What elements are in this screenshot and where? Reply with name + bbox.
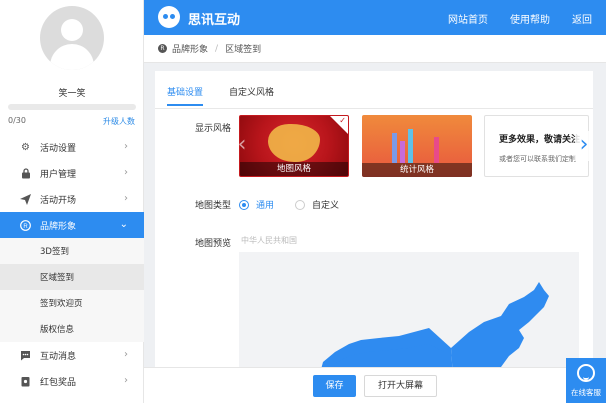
sidebar-item-user-management[interactable]: 用户管理 › bbox=[0, 160, 144, 186]
map-type-custom-radio[interactable]: 自定义 bbox=[295, 198, 339, 211]
map-caption: 中华人民共和国 bbox=[241, 236, 297, 245]
top-nav: 网站首页 使用帮助 返回 bbox=[448, 11, 592, 26]
map-preview bbox=[239, 252, 579, 371]
brand-name: 思讯互动 bbox=[188, 13, 241, 28]
map-preview-label: 地图预览 bbox=[195, 239, 232, 249]
chevron-right-icon: › bbox=[124, 141, 128, 152]
promo-subtitle: 或者您可以联系我们定制 bbox=[499, 155, 576, 163]
breadcrumb: R 品牌形象 / 区域签到 bbox=[144, 35, 606, 63]
gift-icon bbox=[20, 376, 31, 387]
promo-title: 更多效果，敬请关注 bbox=[499, 135, 581, 145]
quota-progress-bar bbox=[8, 104, 136, 110]
support-label: 在线客服 bbox=[571, 388, 601, 397]
sidebar-item-interactive-messages[interactable]: 互动消息 › bbox=[0, 342, 144, 368]
save-button[interactable]: 保存 bbox=[313, 375, 356, 397]
tab-divider bbox=[155, 108, 593, 109]
map-type-general-radio[interactable]: 通用 bbox=[239, 198, 274, 211]
sidebar-menu: ⚙ 活动设置 › 用户管理 › 活动开场 › R 品牌形象 ⌄ 3D签到 区域签… bbox=[0, 134, 144, 394]
sidebar-item-label: 品牌形象 bbox=[40, 221, 77, 232]
nav-back-link[interactable]: 返回 bbox=[572, 11, 592, 26]
statistics-style-card[interactable]: 统计风格 bbox=[362, 115, 472, 177]
chevron-down-icon: ⌄ bbox=[119, 219, 128, 230]
nav-home-link[interactable]: 网站首页 bbox=[448, 11, 488, 26]
radio-label: 通用 bbox=[256, 201, 275, 211]
sidebar-item-activity-settings[interactable]: ⚙ 活动设置 › bbox=[0, 134, 144, 160]
sidebar-item-label: 红包奖品 bbox=[40, 377, 77, 388]
brand-icon: R bbox=[20, 219, 31, 231]
quota-text: 0/30 bbox=[8, 116, 26, 125]
tab-bar: 基础设置 自定义风格 bbox=[167, 85, 274, 106]
username: 笑一笑 bbox=[58, 89, 86, 99]
chart-bar-thumbnail bbox=[408, 129, 413, 163]
style-carousel: ✓ 地图风格 统计风格 更多效果，敬请关注 或者您可以联系我们定制 ‹ › bbox=[238, 113, 593, 181]
sidebar-item-label: 活动开场 bbox=[40, 195, 77, 206]
message-icon bbox=[20, 350, 31, 361]
open-big-screen-button[interactable]: 打开大屏幕 bbox=[364, 375, 437, 397]
china-map-thumbnail bbox=[268, 124, 320, 162]
radio-label: 自定义 bbox=[312, 201, 340, 211]
top-navigation-bar: 思讯互动 网站首页 使用帮助 返回 bbox=[144, 0, 606, 35]
brand-icon: R bbox=[158, 44, 167, 53]
map-style-label: 地图风格 bbox=[240, 162, 348, 176]
sidebar-item-label: 活动设置 bbox=[40, 143, 77, 154]
chart-bar-thumbnail bbox=[392, 133, 397, 163]
online-support-button[interactable]: 在线客服 bbox=[566, 358, 606, 403]
send-icon bbox=[20, 193, 31, 205]
settings-panel: 基础设置 自定义风格 显示风格 ✓ 地图风格 统计风格 更多效果，敬请关注 或者… bbox=[155, 71, 593, 371]
china-map-shape bbox=[320, 282, 549, 371]
chart-bar-thumbnail bbox=[434, 137, 439, 163]
sidebar-item-activity-opening[interactable]: 活动开场 › bbox=[0, 186, 144, 212]
breadcrumb-root[interactable]: 品牌形象 bbox=[172, 42, 208, 55]
sidebar-item-brand-image[interactable]: R 品牌形象 ⌄ bbox=[0, 212, 144, 238]
bottom-action-bar: 保存 打开大屏幕 bbox=[144, 367, 606, 403]
breadcrumb-current: 区域签到 bbox=[225, 45, 262, 55]
upgrade-link[interactable]: 升级人数 bbox=[103, 116, 135, 127]
chevron-right-icon: › bbox=[124, 349, 128, 360]
user-avatar-icon[interactable] bbox=[40, 6, 104, 70]
chart-bar-thumbnail bbox=[400, 141, 405, 163]
more-styles-card: 更多效果，敬请关注 或者您可以联系我们定制 bbox=[484, 115, 589, 177]
sidebar-subitem-copyright[interactable]: 版权信息 bbox=[0, 316, 144, 342]
svg-text:R: R bbox=[23, 224, 28, 230]
sidebar-item-red-packet-prizes[interactable]: 红包奖品 › bbox=[0, 368, 144, 394]
map-style-card[interactable]: ✓ 地图风格 bbox=[239, 115, 349, 177]
carousel-next-icon[interactable]: › bbox=[575, 131, 593, 161]
sidebar-subitem-3d-signin[interactable]: 3D签到 bbox=[0, 238, 144, 264]
lock-icon bbox=[20, 167, 31, 179]
chevron-right-icon: › bbox=[124, 193, 128, 204]
sidebar-item-label: 用户管理 bbox=[40, 169, 77, 180]
gear-icon: ⚙ bbox=[21, 141, 30, 153]
map-type-label: 地图类型 bbox=[195, 201, 232, 211]
sidebar-subitem-welcome-page[interactable]: 签到欢迎页 bbox=[0, 290, 144, 316]
style-label: 显示风格 bbox=[195, 124, 232, 134]
headset-icon bbox=[577, 364, 595, 382]
chevron-right-icon: › bbox=[124, 167, 128, 178]
carousel-prev-icon[interactable]: ‹ bbox=[233, 131, 251, 161]
chevron-right-icon: › bbox=[124, 375, 128, 386]
logo-icon[interactable] bbox=[158, 6, 180, 28]
breadcrumb-separator: / bbox=[215, 43, 219, 54]
tab-basic-settings[interactable]: 基础设置 bbox=[167, 85, 204, 106]
radio-checked-icon bbox=[239, 199, 249, 210]
check-icon: ✓ bbox=[339, 116, 346, 125]
tab-custom-style[interactable]: 自定义风格 bbox=[229, 85, 274, 106]
radio-unchecked-icon bbox=[295, 199, 305, 210]
statistics-style-label: 统计风格 bbox=[362, 163, 472, 177]
nav-help-link[interactable]: 使用帮助 bbox=[510, 11, 550, 26]
sidebar: 笑一笑 0/30 升级人数 ⚙ 活动设置 › 用户管理 › 活动开场 › R 品… bbox=[0, 0, 144, 403]
sidebar-item-label: 互动消息 bbox=[40, 351, 77, 362]
sidebar-subitem-region-signin[interactable]: 区域签到 bbox=[0, 264, 144, 290]
